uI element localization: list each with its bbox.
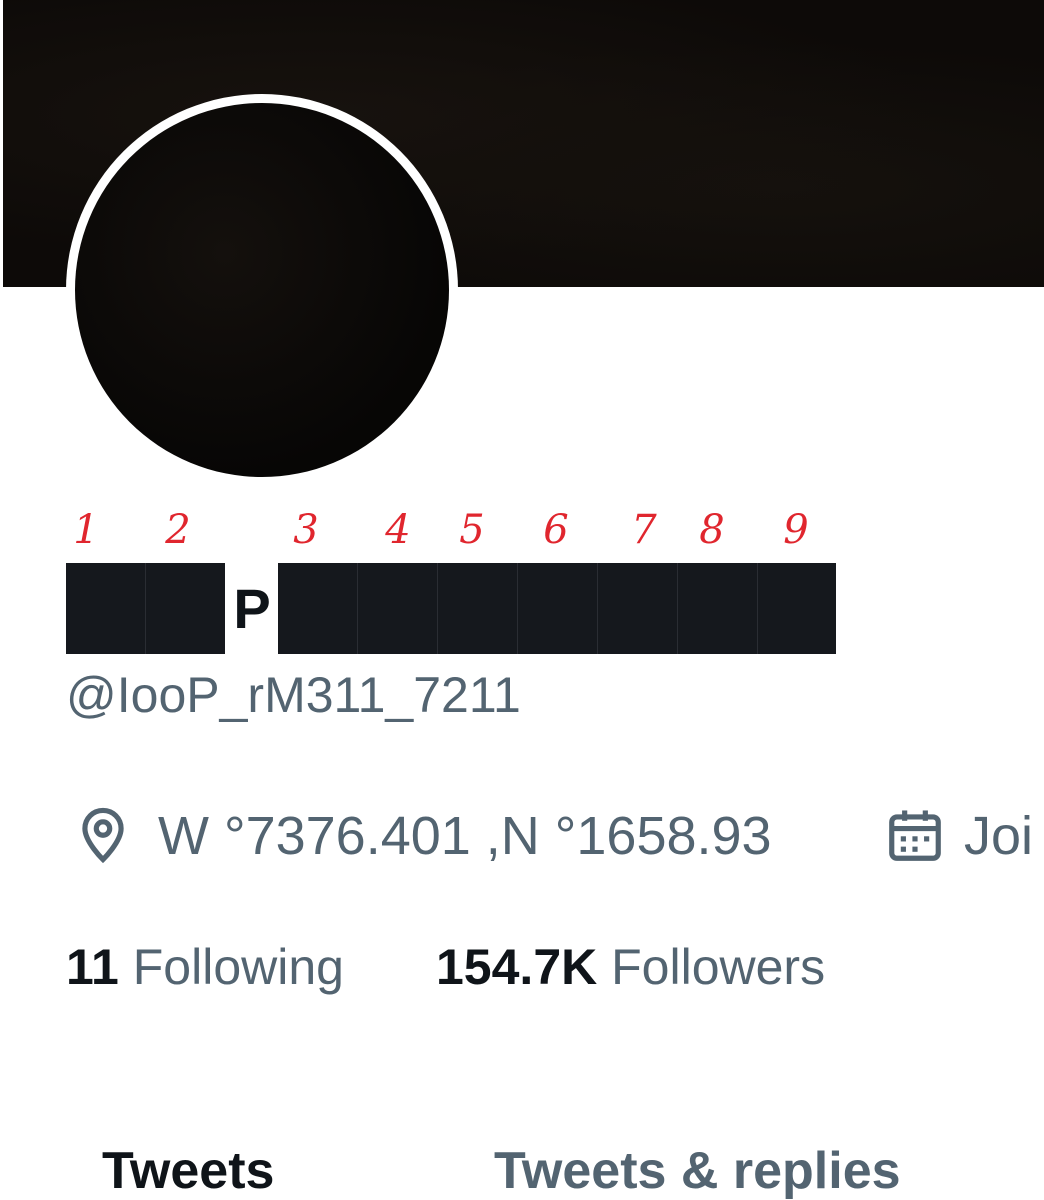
- annotation-digit-5: 5: [459, 507, 485, 553]
- annotation-digit-8: 8: [699, 507, 725, 553]
- followers-link[interactable]: 154.7K Followers: [436, 932, 825, 1002]
- redaction-block: [598, 563, 678, 654]
- location-pin-icon: [82, 807, 124, 864]
- annotation-digit-9: 9: [783, 507, 809, 553]
- profile-meta: W °7376.401 ,N °1658.93 Joi: [72, 800, 1044, 872]
- tab-tweets[interactable]: Tweets: [102, 1136, 274, 1200]
- avatar-image: [75, 103, 449, 477]
- redaction-block: [518, 563, 598, 654]
- following-link[interactable]: 11 Following: [66, 932, 344, 1002]
- followers-label: Followers: [611, 939, 826, 995]
- profile-avatar[interactable]: [66, 94, 458, 486]
- followers-count: 154.7K: [436, 939, 598, 995]
- joined-date-text: Joi: [964, 806, 1034, 866]
- redaction-block: [438, 563, 518, 654]
- annotation-digit-2: 2: [165, 507, 191, 553]
- annotation-digit-6: 6: [543, 507, 569, 553]
- location-text: W °7376.401 ,N °1658.93: [158, 806, 772, 866]
- following-count: 11: [66, 939, 119, 995]
- annotation-digit-1: 1: [73, 507, 99, 553]
- redaction-block: [146, 563, 225, 654]
- annotation-digit-3: 3: [293, 507, 319, 553]
- redaction-block: [678, 563, 758, 654]
- redaction-block: [66, 563, 146, 654]
- following-label: Following: [132, 939, 344, 995]
- profile-handle: @IooP_rM311_7211: [66, 667, 521, 723]
- annotation-digit-7: 7: [631, 507, 657, 553]
- redaction-block: [278, 563, 358, 654]
- redaction-block: [358, 563, 438, 654]
- calendar-icon: [889, 810, 941, 861]
- annotation-digit-4: 4: [385, 507, 411, 553]
- redaction-block: [758, 563, 836, 654]
- display-name-letter: P: [233, 577, 271, 640]
- tab-tweets-and-replies[interactable]: Tweets & replies: [494, 1136, 901, 1200]
